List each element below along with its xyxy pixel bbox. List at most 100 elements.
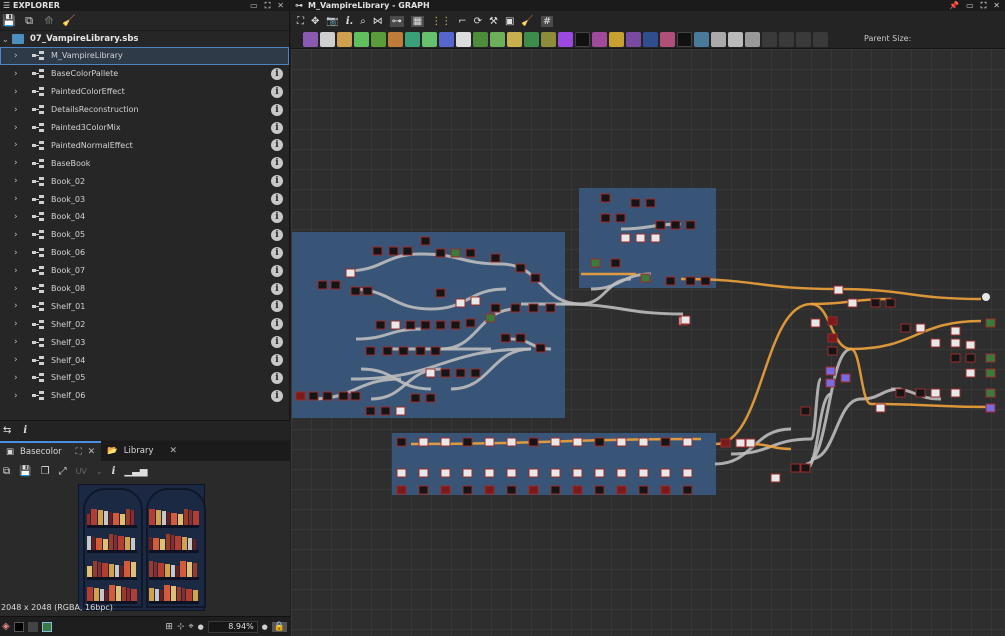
graph-node[interactable]: [594, 485, 605, 495]
graph-node[interactable]: [985, 318, 996, 328]
graph-node[interactable]: [485, 313, 496, 323]
clean-icon[interactable]: 🧹: [62, 14, 76, 27]
graph-item[interactable]: › Book_07 i: [0, 262, 289, 280]
info-icon[interactable]: i: [271, 264, 283, 277]
graph-node[interactable]: [735, 438, 746, 448]
blend-node-icon[interactable]: [473, 32, 488, 47]
info-icon[interactable]: i: [271, 318, 283, 331]
graph-node[interactable]: [484, 485, 495, 495]
align-icon[interactable]: ⋮⋮: [431, 16, 451, 27]
chevron-right-icon[interactable]: ›: [14, 266, 32, 276]
color-mode-icon[interactable]: [41, 621, 52, 632]
info-icon[interactable]: i: [271, 175, 283, 188]
info-icon[interactable]: i: [271, 336, 283, 349]
graph-node[interactable]: [465, 248, 476, 258]
graph-node[interactable]: [900, 323, 911, 333]
graph-node[interactable]: [415, 346, 426, 356]
new-package-icon[interactable]: ⧉: [23, 14, 35, 27]
graph-node[interactable]: [550, 485, 561, 495]
dot-icon[interactable]: [779, 32, 794, 47]
graph-item[interactable]: › Book_08 i: [0, 280, 289, 298]
save-icon[interactable]: 💾: [2, 14, 16, 27]
chevron-right-icon[interactable]: ›: [14, 373, 32, 383]
close-icon[interactable]: ✕: [88, 447, 96, 457]
preview-2d-area[interactable]: [0, 481, 290, 616]
graph-node[interactable]: [330, 280, 341, 290]
info-icon[interactable]: i: [271, 121, 283, 134]
graph-item[interactable]: › Shelf_04 i: [0, 351, 289, 369]
chevron-right-icon[interactable]: ›: [14, 230, 32, 240]
chevron-right-icon[interactable]: ›: [14, 158, 32, 168]
graph-node[interactable]: [875, 403, 886, 413]
graph-node[interactable]: [915, 323, 926, 333]
layers-icon[interactable]: ◈: [2, 621, 10, 632]
graph-item[interactable]: › BaseBook i: [0, 154, 289, 172]
graph-node[interactable]: [455, 298, 466, 308]
info-icon[interactable]: i: [271, 300, 283, 313]
normal-node-icon[interactable]: [405, 32, 420, 47]
graph-node[interactable]: [465, 318, 476, 328]
graph-item[interactable]: › Shelf_05 i: [0, 369, 289, 387]
chevron-right-icon[interactable]: ›: [14, 337, 32, 347]
info-icon[interactable]: i: [271, 228, 283, 241]
graph-node[interactable]: [590, 258, 601, 268]
shape-node-icon[interactable]: [524, 32, 539, 47]
uv-toggle[interactable]: UV: [76, 467, 87, 476]
graph-node[interactable]: [720, 438, 731, 448]
chevron-right-icon[interactable]: ›: [14, 248, 32, 258]
close-icon[interactable]: ✕: [993, 1, 1000, 11]
grid-toggle-icon[interactable]: #: [540, 15, 554, 27]
graph-node[interactable]: [827, 316, 838, 326]
directional-node-icon[interactable]: [660, 32, 675, 47]
fit-icon[interactable]: ⌖: [188, 622, 193, 632]
graph-node[interactable]: [950, 326, 961, 336]
graph-node[interactable]: [870, 298, 881, 308]
graph-node[interactable]: [600, 193, 611, 203]
transform-node-icon[interactable]: [643, 32, 658, 47]
graph-node[interactable]: [515, 263, 526, 273]
graph-node[interactable]: [616, 437, 627, 447]
graph-node[interactable]: [638, 437, 649, 447]
graph-node[interactable]: [490, 253, 501, 263]
graph-node[interactable]: [616, 468, 627, 478]
tile-icon[interactable]: [27, 621, 38, 632]
tiling-icon[interactable]: ⊹: [177, 622, 185, 632]
graph-node[interactable]: [827, 333, 838, 343]
graph-item[interactable]: › Book_02 i: [0, 172, 289, 190]
graph-node[interactable]: [915, 388, 926, 398]
info-icon[interactable]: i: [271, 157, 283, 170]
graph-node[interactable]: [462, 485, 473, 495]
graph-node[interactable]: [665, 276, 676, 286]
graph-node[interactable]: [985, 368, 996, 378]
graph-node[interactable]: [506, 437, 517, 447]
graph-node[interactable]: [440, 468, 451, 478]
info-icon[interactable]: i: [112, 466, 116, 477]
graph-node[interactable]: [528, 437, 539, 447]
graph-node[interactable]: [847, 298, 858, 308]
pin-node-icon[interactable]: [813, 32, 828, 47]
graph-node[interactable]: [295, 391, 306, 401]
info-icon[interactable]: i: [271, 193, 283, 206]
info-icon[interactable]: i: [271, 211, 283, 224]
graph-item[interactable]: › Painted3ColorMix i: [0, 119, 289, 137]
save-image-icon[interactable]: 💾: [19, 466, 31, 477]
pixel-processor-icon[interactable]: [711, 32, 726, 47]
graph-node[interactable]: [435, 320, 446, 330]
graph-node[interactable]: [825, 378, 836, 388]
curve-node-icon[interactable]: [354, 32, 369, 47]
clean-icon[interactable]: 🧹: [521, 16, 533, 27]
graph-node[interactable]: [572, 485, 583, 495]
graph-node[interactable]: [410, 393, 421, 403]
lock-icon[interactable]: 🔒: [271, 621, 287, 632]
graph-item[interactable]: › PaintedColorEffect i: [0, 83, 289, 101]
graph-node[interactable]: [600, 213, 611, 223]
graph-node[interactable]: [610, 258, 621, 268]
graph-node[interactable]: [470, 368, 481, 378]
chevron-right-icon[interactable]: ›: [14, 284, 32, 294]
graph-node[interactable]: [350, 391, 361, 401]
graph-node[interactable]: [685, 276, 696, 286]
graph-node[interactable]: [322, 391, 333, 401]
graph-item[interactable]: › Book_06 i: [0, 244, 289, 262]
graph-item[interactable]: › Shelf_06 i: [0, 387, 289, 405]
graph-node[interactable]: [985, 403, 996, 413]
